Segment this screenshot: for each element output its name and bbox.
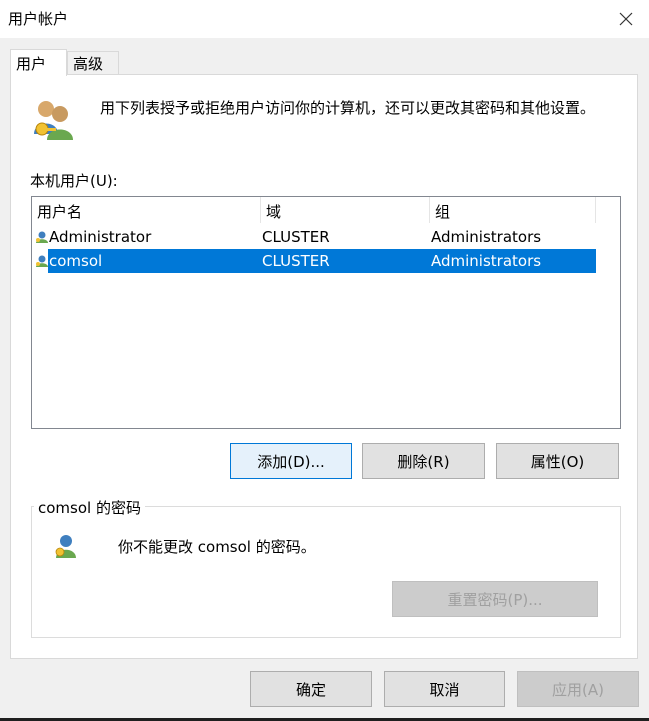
tab-advanced[interactable]: 高级	[67, 51, 119, 75]
remove-user-button[interactable]: 删除(R)	[362, 443, 485, 479]
password-message: 你不能更改 comsol 的密码。	[118, 538, 316, 556]
row-cells: Administrator CLUSTER Administrators	[48, 225, 596, 249]
cell-group: Administrators	[431, 252, 542, 270]
add-user-button[interactable]: 添加(D)...	[230, 443, 352, 479]
cancel-button[interactable]: 取消	[384, 671, 505, 707]
description-text: 用下列表授予或拒绝用户访问你的计算机，还可以更改其密码和其他设置。	[100, 99, 596, 117]
cell-domain: CLUSTER	[262, 228, 330, 246]
cell-username: Administrator	[49, 228, 152, 246]
cell-group: Administrators	[431, 228, 542, 246]
users-list[interactable]: 用户名 域 组 Administrator CLUSTER Administra…	[31, 196, 621, 429]
local-users-label: 本机用户(U):	[30, 172, 118, 190]
close-icon	[619, 12, 633, 26]
ok-button[interactable]: 确定	[250, 671, 372, 707]
properties-button[interactable]: 属性(O)	[496, 443, 619, 479]
table-row-selected[interactable]: comsol CLUSTER Administrators	[32, 249, 620, 273]
user-icon	[36, 231, 48, 243]
users-icon	[34, 101, 73, 140]
column-header-username[interactable]: 用户名	[32, 197, 261, 223]
user-icon	[36, 255, 48, 267]
tab-users[interactable]: 用户	[10, 49, 67, 76]
users-tab-panel: 用下列表授予或拒绝用户访问你的计算机，还可以更改其密码和其他设置。 本机用户(U…	[10, 74, 638, 659]
table-row[interactable]: Administrator CLUSTER Administrators	[32, 225, 620, 249]
column-header-group[interactable]: 组	[430, 197, 596, 223]
window-title: 用户帐户	[8, 10, 69, 28]
list-header: 用户名 域 组	[32, 197, 620, 223]
cell-username: comsol	[49, 252, 103, 270]
column-header-domain[interactable]: 域	[261, 197, 430, 223]
close-button[interactable]	[603, 0, 649, 38]
title-bar: 用户帐户	[0, 0, 649, 38]
cell-domain: CLUSTER	[262, 252, 330, 270]
password-group-legend: comsol 的密码	[34, 497, 145, 518]
password-groupbox	[31, 506, 621, 638]
reset-password-button[interactable]: 重置密码(P)...	[392, 581, 598, 617]
apply-button[interactable]: 应用(A)	[517, 671, 639, 707]
user-key-icon	[55, 535, 76, 558]
row-cells: comsol CLUSTER Administrators	[48, 249, 596, 273]
